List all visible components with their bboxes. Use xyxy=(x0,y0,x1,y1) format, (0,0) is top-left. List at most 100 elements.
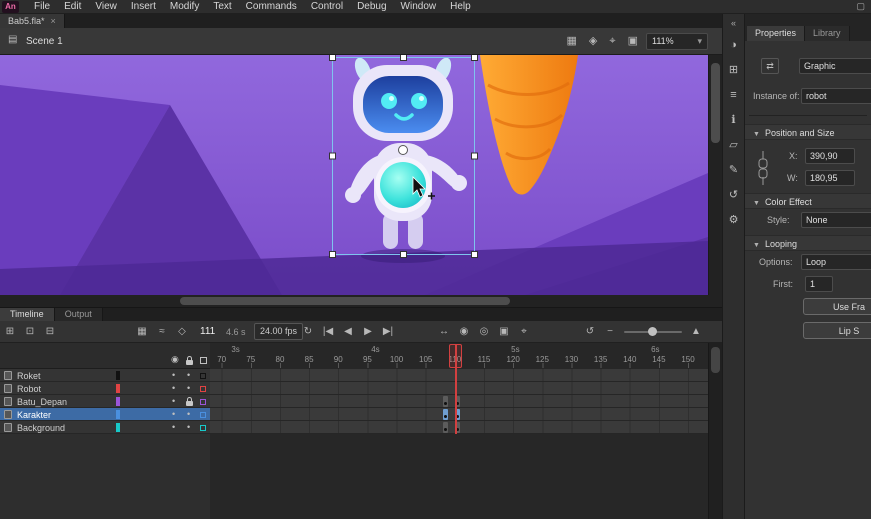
menu-commands[interactable]: Commands xyxy=(239,0,304,14)
handle-bottom-center[interactable] xyxy=(401,252,407,258)
collapse-panels-icon[interactable]: « xyxy=(723,14,744,28)
parenting-view-icon[interactable]: ≈ xyxy=(156,325,168,339)
layer-background[interactable]: Background•• xyxy=(0,421,210,434)
loop-playback-icon[interactable]: ↻ xyxy=(302,325,314,339)
step-forward-button[interactable]: ▶| xyxy=(382,325,394,339)
layer-outline-swatch[interactable] xyxy=(200,412,206,418)
handle-top-left[interactable] xyxy=(330,55,336,61)
timeline-vscroll-thumb[interactable] xyxy=(711,347,720,373)
handle-bottom-right[interactable] xyxy=(472,252,478,258)
stage-zoom-select[interactable]: 111% ▾ xyxy=(646,33,708,50)
color-panel-icon[interactable]: ◑ xyxy=(730,38,737,52)
layer-karakter[interactable]: Karakter•• xyxy=(0,408,210,421)
layer-outline-swatch[interactable] xyxy=(200,399,206,405)
layer-lock-icon[interactable] xyxy=(186,401,193,406)
outline-all-layers-icon[interactable] xyxy=(200,357,207,364)
tab-timeline[interactable]: Timeline xyxy=(0,308,55,321)
go-first-frame-button[interactable]: |◀ xyxy=(322,325,334,339)
settings-panel-icon[interactable]: ⚙ xyxy=(729,213,739,227)
instance-name-field[interactable]: robot xyxy=(801,88,871,104)
first-frame-field[interactable]: 1 xyxy=(805,276,833,292)
edit-scene-icon[interactable]: ▦ xyxy=(567,34,577,48)
menu-text[interactable]: Text xyxy=(206,0,238,14)
symbol-type-select[interactable]: Graphic ▾ xyxy=(799,58,871,74)
section-color-effect[interactable]: ▼Color Effect xyxy=(745,193,871,209)
current-frame-readout[interactable]: 111 xyxy=(200,326,215,337)
menu-view[interactable]: View xyxy=(88,0,124,14)
x-value-field[interactable]: 390,90 xyxy=(805,148,855,164)
layer-batu_depan[interactable]: Batu_Depan• xyxy=(0,395,210,408)
layer-outline-swatch[interactable] xyxy=(200,386,206,392)
timeline-ruler[interactable]: ◉ 3s4s5s6s707580859095100105110115120125… xyxy=(0,343,722,369)
menu-debug[interactable]: Debug xyxy=(350,0,393,14)
history-panel-icon[interactable]: ↺ xyxy=(729,188,738,202)
modify-markers-icon[interactable]: ⌖ xyxy=(518,325,530,339)
frames-roket[interactable] xyxy=(210,369,708,382)
timeline-zoom-slider[interactable] xyxy=(624,331,682,333)
frames-karakter[interactable] xyxy=(210,408,708,421)
onion-outline-icon[interactable]: ◎ xyxy=(478,325,490,339)
play-button[interactable]: ▶ xyxy=(362,325,374,339)
workspace-icon[interactable]: ▢ xyxy=(856,1,865,12)
document-tab[interactable]: Bab5.fla* × xyxy=(0,14,65,28)
transform-panel-icon[interactable]: ▱ xyxy=(729,138,737,152)
frame-rate-field[interactable]: 24.00 fps xyxy=(254,323,303,340)
lip-syncing-button[interactable]: Lip S xyxy=(803,322,871,339)
frames-robot[interactable] xyxy=(210,382,708,395)
brush-panel-icon[interactable]: ✎ xyxy=(729,163,738,177)
handle-top-center[interactable] xyxy=(401,55,407,61)
new-layer-icon[interactable]: ⊞ xyxy=(4,325,16,339)
keyframe-batu_depan-108[interactable] xyxy=(443,396,448,407)
layer-lock-dot[interactable]: • xyxy=(187,422,190,432)
frames-batu_depan[interactable] xyxy=(210,395,708,408)
layer-roket[interactable]: Roket•• xyxy=(0,369,210,382)
menu-control[interactable]: Control xyxy=(304,0,350,14)
reset-timeline-zoom-icon[interactable]: ↺ xyxy=(584,325,596,339)
show-hide-all-layers-icon[interactable]: ◉ xyxy=(171,354,179,365)
scene-name[interactable]: Scene 1 xyxy=(26,36,63,47)
section-looping[interactable]: ▼Looping xyxy=(745,235,871,251)
style-select[interactable]: None ▾ xyxy=(801,212,871,228)
hscroll-thumb[interactable] xyxy=(180,297,510,305)
layer-visibility-dot[interactable]: • xyxy=(172,409,175,419)
layer-lock-dot[interactable]: • xyxy=(187,409,190,419)
menu-edit[interactable]: Edit xyxy=(57,0,88,14)
layer-lock-dot[interactable]: • xyxy=(187,383,190,393)
layer-outline-swatch[interactable] xyxy=(200,373,206,379)
frame-view-icon[interactable]: ▲ xyxy=(690,325,702,339)
edit-multiple-frames-icon[interactable]: ▣ xyxy=(498,325,510,339)
layer-visibility-dot[interactable]: • xyxy=(172,396,175,406)
timeline-vertical-scrollbar[interactable] xyxy=(708,343,722,519)
menu-modify[interactable]: Modify xyxy=(163,0,206,14)
section-position-and-size[interactable]: ▼Position and Size xyxy=(745,124,871,140)
menu-insert[interactable]: Insert xyxy=(124,0,163,14)
layer-depth-icon[interactable]: ◇ xyxy=(176,325,188,339)
step-back-button[interactable]: ◀ xyxy=(342,325,354,339)
swap-symbol-icon[interactable]: ⇄ xyxy=(761,58,779,74)
frame-span-icon[interactable]: ↔ xyxy=(438,325,450,339)
vscroll-thumb[interactable] xyxy=(711,63,720,143)
transform-point[interactable] xyxy=(399,146,408,155)
layer-visibility-dot[interactable]: • xyxy=(172,370,175,380)
tab-library[interactable]: Library xyxy=(805,26,850,41)
new-folder-icon[interactable]: ⊡ xyxy=(24,325,36,339)
handle-mid-left[interactable] xyxy=(330,153,336,159)
timeline-zoom-knob[interactable] xyxy=(648,327,657,336)
align-panel-icon[interactable]: ≡ xyxy=(730,88,736,102)
animate-logo[interactable]: An xyxy=(2,1,19,13)
edit-symbols-icon[interactable]: ◈ xyxy=(589,34,597,48)
loop-options-select[interactable]: Loop ▾ xyxy=(801,254,871,270)
lock-all-layers-icon[interactable] xyxy=(186,360,193,365)
handle-bottom-left[interactable] xyxy=(330,252,336,258)
timeline-zoom-out-icon[interactable]: − xyxy=(604,325,616,339)
center-stage-icon[interactable]: ⌖ xyxy=(609,34,615,48)
onion-skin-icon[interactable]: ◉ xyxy=(458,325,470,339)
layer-visibility-dot[interactable]: • xyxy=(172,383,175,393)
layer-visibility-dot[interactable]: • xyxy=(172,422,175,432)
menu-help[interactable]: Help xyxy=(443,0,478,14)
clip-content-icon[interactable]: ▣ xyxy=(628,34,638,48)
tab-output[interactable]: Output xyxy=(55,308,103,321)
layer-robot[interactable]: Robot•• xyxy=(0,382,210,395)
w-value-field[interactable]: 180,95 xyxy=(805,170,855,186)
stage-canvas[interactable] xyxy=(0,55,708,295)
